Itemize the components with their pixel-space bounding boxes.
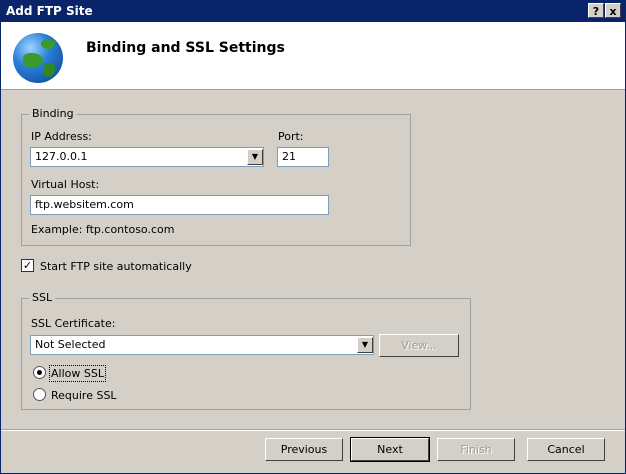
view-button[interactable]: View... bbox=[379, 334, 459, 357]
start-auto-label[interactable]: Start FTP site automatically bbox=[40, 260, 192, 273]
ip-dropdown-arrow-icon[interactable]: ▼ bbox=[247, 149, 263, 165]
virtual-host-field[interactable]: ftp.websitem.com bbox=[30, 195, 329, 215]
allow-ssl-radio[interactable] bbox=[33, 366, 46, 379]
ssl-certificate-value: Not Selected bbox=[35, 338, 106, 351]
previous-button[interactable]: Previous bbox=[265, 438, 343, 461]
footer-divider bbox=[1, 429, 625, 431]
add-ftp-site-dialog: Add FTP Site ? x Binding and SSL Setting… bbox=[0, 0, 626, 474]
ssl-dropdown-arrow-icon[interactable]: ▼ bbox=[357, 337, 373, 353]
window-title: Add FTP Site bbox=[6, 4, 93, 18]
ip-address-label: IP Address: bbox=[31, 130, 92, 143]
ip-address-value: 127.0.0.1 bbox=[35, 150, 88, 163]
page-title: Binding and SSL Settings bbox=[86, 40, 285, 56]
binding-group-label: Binding bbox=[29, 107, 77, 120]
wizard-header: Binding and SSL Settings bbox=[1, 22, 625, 90]
example-text: Example: ftp.contoso.com bbox=[31, 223, 175, 236]
port-field[interactable]: 21 bbox=[277, 147, 329, 167]
ssl-group: SSL SSL Certificate: Not Selected ▼ View… bbox=[21, 291, 471, 410]
finish-button[interactable]: Finish bbox=[437, 438, 515, 461]
require-ssl-label[interactable]: Require SSL bbox=[51, 389, 117, 402]
cancel-button[interactable]: Cancel bbox=[527, 438, 605, 461]
ssl-group-label: SSL bbox=[29, 291, 56, 304]
require-ssl-radio[interactable] bbox=[33, 388, 46, 401]
globe-icon bbox=[13, 33, 63, 83]
port-value: 21 bbox=[282, 150, 296, 163]
port-label: Port: bbox=[278, 130, 304, 143]
close-button[interactable]: x bbox=[605, 3, 621, 18]
ssl-certificate-label: SSL Certificate: bbox=[31, 317, 116, 330]
help-button[interactable]: ? bbox=[588, 3, 604, 18]
title-bar[interactable]: Add FTP Site ? x bbox=[1, 1, 625, 22]
next-button[interactable]: Next bbox=[350, 437, 430, 462]
allow-ssl-label[interactable]: Allow SSL bbox=[49, 365, 106, 382]
ssl-certificate-combo[interactable]: Not Selected bbox=[30, 335, 374, 355]
virtual-host-label: Virtual Host: bbox=[31, 178, 100, 191]
binding-group: Binding IP Address: 127.0.0.1 ▼ Port: 21… bbox=[21, 107, 411, 246]
ip-address-combo[interactable]: 127.0.0.1 bbox=[30, 147, 264, 167]
virtual-host-value: ftp.websitem.com bbox=[35, 198, 134, 211]
start-auto-checkbox[interactable]: ✓ bbox=[21, 259, 34, 272]
